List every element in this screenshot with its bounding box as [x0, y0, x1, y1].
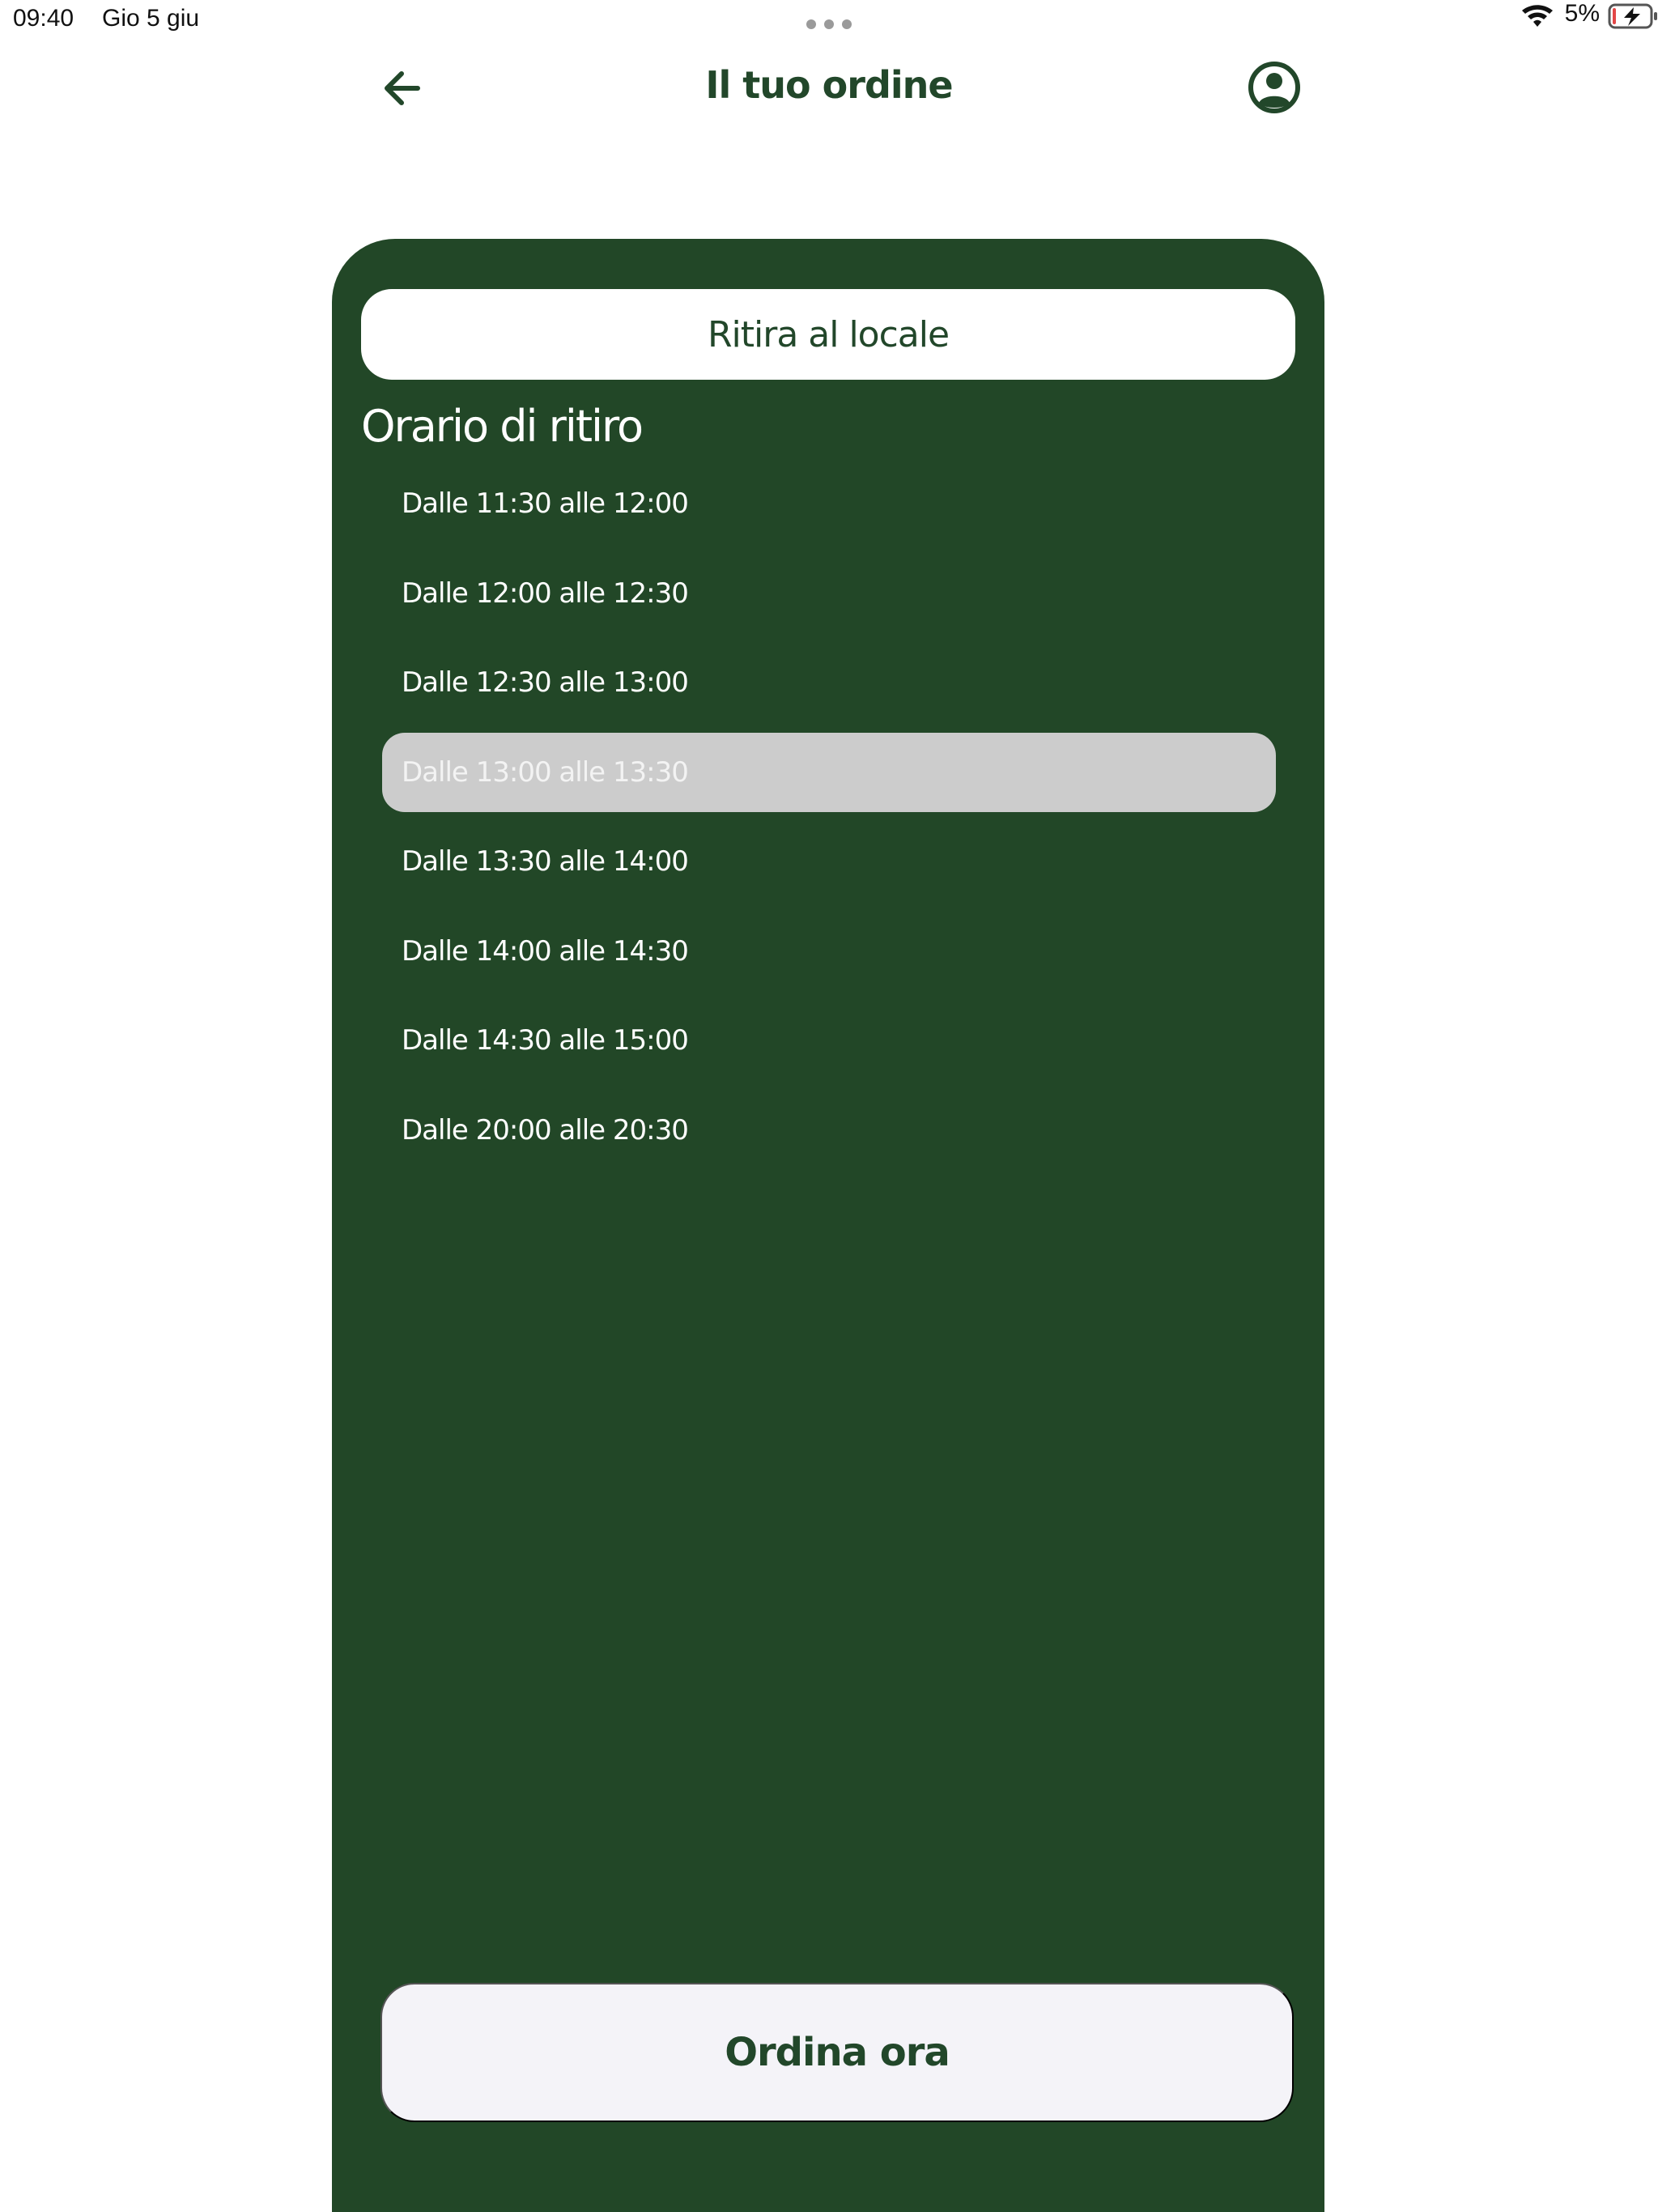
app-header: Il tuo ordine — [0, 42, 1658, 139]
wifi-icon — [1522, 5, 1553, 27]
time-slot[interactable]: Dalle 20:00 alle 20:30 — [382, 1091, 1276, 1170]
page-title: Il tuo ordine — [705, 63, 953, 107]
battery-charging-icon — [1608, 3, 1657, 29]
order-now-button[interactable]: Ordina ora — [380, 1983, 1294, 2122]
status-date: Gio 5 giu — [102, 5, 200, 32]
delivery-mode-selector[interactable]: Ritira al locale — [361, 289, 1295, 380]
pickup-time-title: Orario di ritiro — [361, 401, 644, 452]
multitasking-dots-icon[interactable] — [806, 19, 852, 29]
order-panel: Ritira al locale Orario di ritiro Dalle … — [332, 239, 1324, 2212]
time-slot[interactable]: Dalle 14:30 alle 15:00 — [382, 1001, 1276, 1080]
time-slot[interactable]: Dalle 14:00 alle 14:30 — [382, 912, 1276, 991]
time-slot-selected[interactable]: Dalle 13:00 alle 13:30 — [382, 732, 1276, 812]
user-circle-icon[interactable] — [1247, 60, 1302, 115]
time-slot[interactable]: Dalle 13:30 alle 14:00 — [382, 822, 1276, 901]
status-time: 09:40 — [13, 5, 74, 32]
time-slot[interactable]: Dalle 11:30 alle 12:00 — [382, 464, 1276, 543]
status-bar: 09:40 Gio 5 giu 5% — [0, 0, 1658, 42]
time-slot[interactable]: Dalle 12:30 alle 13:00 — [382, 643, 1276, 722]
pickup-time-list: Dalle 11:30 alle 12:00 Dalle 12:00 alle … — [382, 464, 1276, 1180]
time-slot[interactable]: Dalle 12:00 alle 12:30 — [382, 554, 1276, 633]
battery-percentage: 5% — [1564, 0, 1600, 27]
